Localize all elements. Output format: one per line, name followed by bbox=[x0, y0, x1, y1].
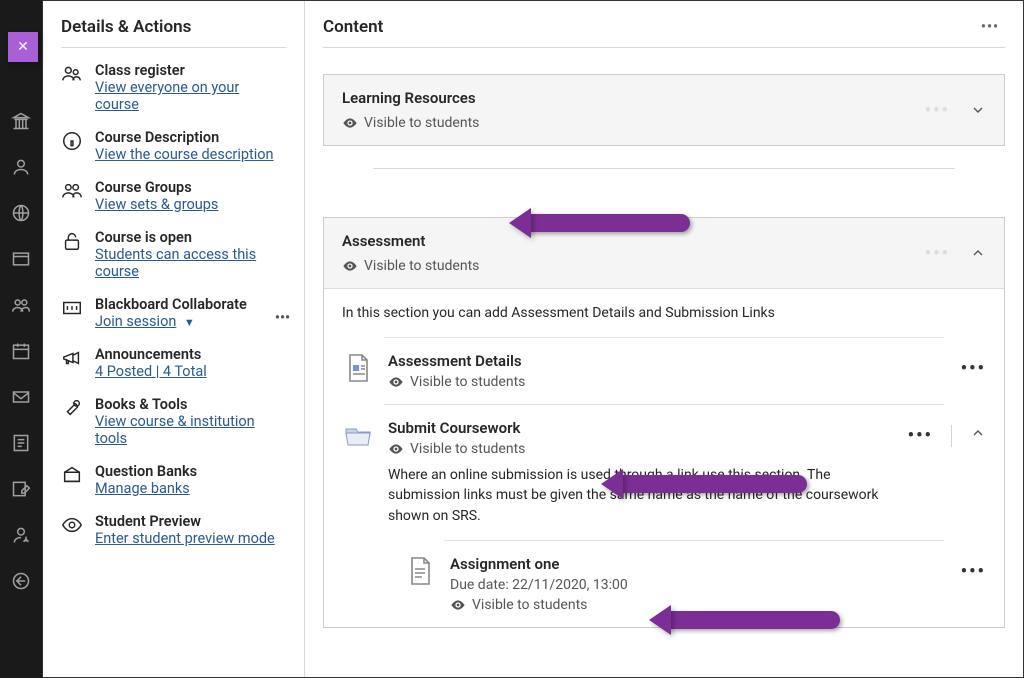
content-options[interactable]: ••• bbox=[975, 15, 1005, 39]
folder-options[interactable]: ••• bbox=[925, 243, 950, 264]
da-link-course-open[interactable]: Students can access this course bbox=[95, 246, 256, 280]
da-title: Student Preview bbox=[95, 513, 286, 530]
da-title: Blackboard Collaborate bbox=[95, 296, 286, 313]
item-options[interactable]: ••• bbox=[961, 561, 986, 582]
content-item-submit-coursework[interactable]: Submit Coursework Visible to students Wh… bbox=[324, 405, 1004, 540]
divider bbox=[323, 47, 1005, 48]
folder-open-icon bbox=[342, 419, 374, 451]
da-class-register: Class register View everyone on your cou… bbox=[61, 62, 286, 113]
visibility-icon bbox=[450, 597, 466, 613]
divider bbox=[951, 425, 952, 447]
details-heading: Details & Actions bbox=[61, 17, 286, 37]
da-link-course-groups[interactable]: View sets & groups bbox=[95, 196, 218, 213]
visibility-label: Visible to students bbox=[364, 115, 479, 131]
bank-icon bbox=[61, 463, 83, 486]
chevron-down-icon[interactable] bbox=[970, 102, 986, 118]
da-title: Course is open bbox=[95, 229, 286, 246]
visibility-label: Visible to students bbox=[472, 597, 587, 613]
collaborate-options[interactable]: ••• bbox=[275, 310, 290, 326]
users-icon bbox=[61, 62, 83, 85]
dropdown-caret-icon[interactable]: ▼ bbox=[184, 316, 195, 329]
folder-description: In this section you can add Assessment D… bbox=[324, 289, 1004, 337]
wrench-icon bbox=[61, 396, 83, 419]
megaphone-icon bbox=[61, 346, 83, 369]
rail-globe-icon[interactable] bbox=[10, 202, 32, 224]
divider bbox=[373, 168, 955, 169]
folder-body: In this section you can add Assessment D… bbox=[324, 288, 1004, 627]
rail-grades-icon[interactable] bbox=[10, 432, 32, 454]
divider bbox=[61, 47, 286, 48]
da-link-class-register[interactable]: View everyone on your course bbox=[95, 79, 239, 113]
eye-icon bbox=[61, 513, 83, 536]
item-title: Assignment one bbox=[450, 555, 947, 573]
da-link-question-banks[interactable]: Manage banks bbox=[95, 480, 190, 497]
da-title: Course Groups bbox=[95, 179, 286, 196]
da-course-groups: Course Groups View sets & groups bbox=[61, 179, 286, 213]
da-announcements: Announcements 4 Posted | 4 Total bbox=[61, 346, 286, 380]
collaborate-icon bbox=[61, 296, 83, 319]
folder-title: Assessment bbox=[342, 232, 925, 250]
folder-header[interactable]: Assessment Visible to students ••• bbox=[324, 218, 1004, 288]
rail-institution-icon[interactable] bbox=[10, 110, 32, 132]
item-description: Where an online submission is used throu… bbox=[388, 465, 894, 526]
folder-title: Learning Resources bbox=[342, 89, 925, 107]
item-title: Assessment Details bbox=[388, 352, 947, 370]
rail-messages-icon[interactable] bbox=[10, 386, 32, 408]
folder-learning-resources: Learning Resources Visible to students •… bbox=[323, 74, 1005, 146]
rail-profile-icon[interactable] bbox=[10, 156, 32, 178]
content-panel: Content ••• Learning Resources Visible t… bbox=[305, 1, 1023, 677]
content-item-assessment-details[interactable]: Assessment Details Visible to students •… bbox=[324, 338, 1004, 404]
visibility-label: Visible to students bbox=[410, 374, 525, 390]
content-item-assignment-one[interactable]: Assignment one Due date: 22/11/2020, 13:… bbox=[324, 541, 1004, 627]
da-question-banks: Question Banks Manage banks bbox=[61, 463, 286, 497]
visibility-icon bbox=[342, 258, 358, 274]
rail-courses-icon[interactable] bbox=[10, 248, 32, 270]
da-link-announcements[interactable]: 4 Posted | 4 Total bbox=[95, 363, 207, 380]
groups-icon bbox=[61, 179, 83, 202]
folder-assessment: Assessment Visible to students ••• In th… bbox=[323, 217, 1005, 628]
da-link-collaborate[interactable]: Join session bbox=[95, 313, 176, 330]
da-link-books-tools[interactable]: View course & institution tools bbox=[95, 413, 255, 447]
rail-signout-icon[interactable] bbox=[10, 570, 32, 592]
details-actions-panel: Details & Actions Class register View ev… bbox=[43, 1, 305, 677]
da-title: Announcements bbox=[95, 346, 286, 363]
da-link-course-description[interactable]: View the course description bbox=[95, 146, 274, 163]
da-title: Question Banks bbox=[95, 463, 286, 480]
da-title: Books & Tools bbox=[95, 396, 286, 413]
visibility-label: Visible to students bbox=[410, 441, 525, 457]
chevron-up-icon[interactable] bbox=[970, 425, 986, 441]
visibility-label: Visible to students bbox=[364, 258, 479, 274]
da-title: Class register bbox=[95, 62, 286, 79]
da-course-open: Course is open Students can access this … bbox=[61, 229, 286, 280]
item-options[interactable]: ••• bbox=[961, 358, 986, 379]
rail-calendar-icon[interactable] bbox=[10, 340, 32, 362]
item-due-date: Due date: 22/11/2020, 13:00 bbox=[450, 577, 947, 593]
folder-options[interactable]: ••• bbox=[925, 100, 950, 121]
da-course-description: Course Description View the course descr… bbox=[61, 129, 286, 163]
chevron-up-icon[interactable] bbox=[970, 245, 986, 261]
folder-header[interactable]: Learning Resources Visible to students •… bbox=[324, 75, 1004, 145]
close-panel-button[interactable]: ✕ bbox=[8, 32, 38, 62]
close-icon: ✕ bbox=[17, 39, 29, 55]
item-options[interactable]: ••• bbox=[908, 425, 933, 446]
rail-edit-icon[interactable] bbox=[10, 478, 32, 500]
da-collaborate: Blackboard Collaborate Join session ▼ ••… bbox=[61, 296, 286, 330]
visibility-icon bbox=[388, 441, 404, 457]
nav-rail bbox=[0, 0, 42, 678]
visibility-icon bbox=[388, 374, 404, 390]
da-link-student-preview[interactable]: Enter student preview mode bbox=[95, 530, 275, 547]
info-icon bbox=[61, 129, 83, 152]
content-heading: Content bbox=[323, 17, 383, 37]
rail-admin-icon[interactable] bbox=[10, 524, 32, 546]
document-icon bbox=[342, 352, 374, 384]
da-student-preview: Student Preview Enter student preview mo… bbox=[61, 513, 286, 547]
visibility-icon bbox=[342, 115, 358, 131]
unlock-icon bbox=[61, 229, 83, 252]
document-icon bbox=[404, 555, 436, 587]
item-title: Submit Coursework bbox=[388, 419, 894, 437]
da-books-tools: Books & Tools View course & institution … bbox=[61, 396, 286, 447]
da-title: Course Description bbox=[95, 129, 286, 146]
rail-groups-icon[interactable] bbox=[10, 294, 32, 316]
